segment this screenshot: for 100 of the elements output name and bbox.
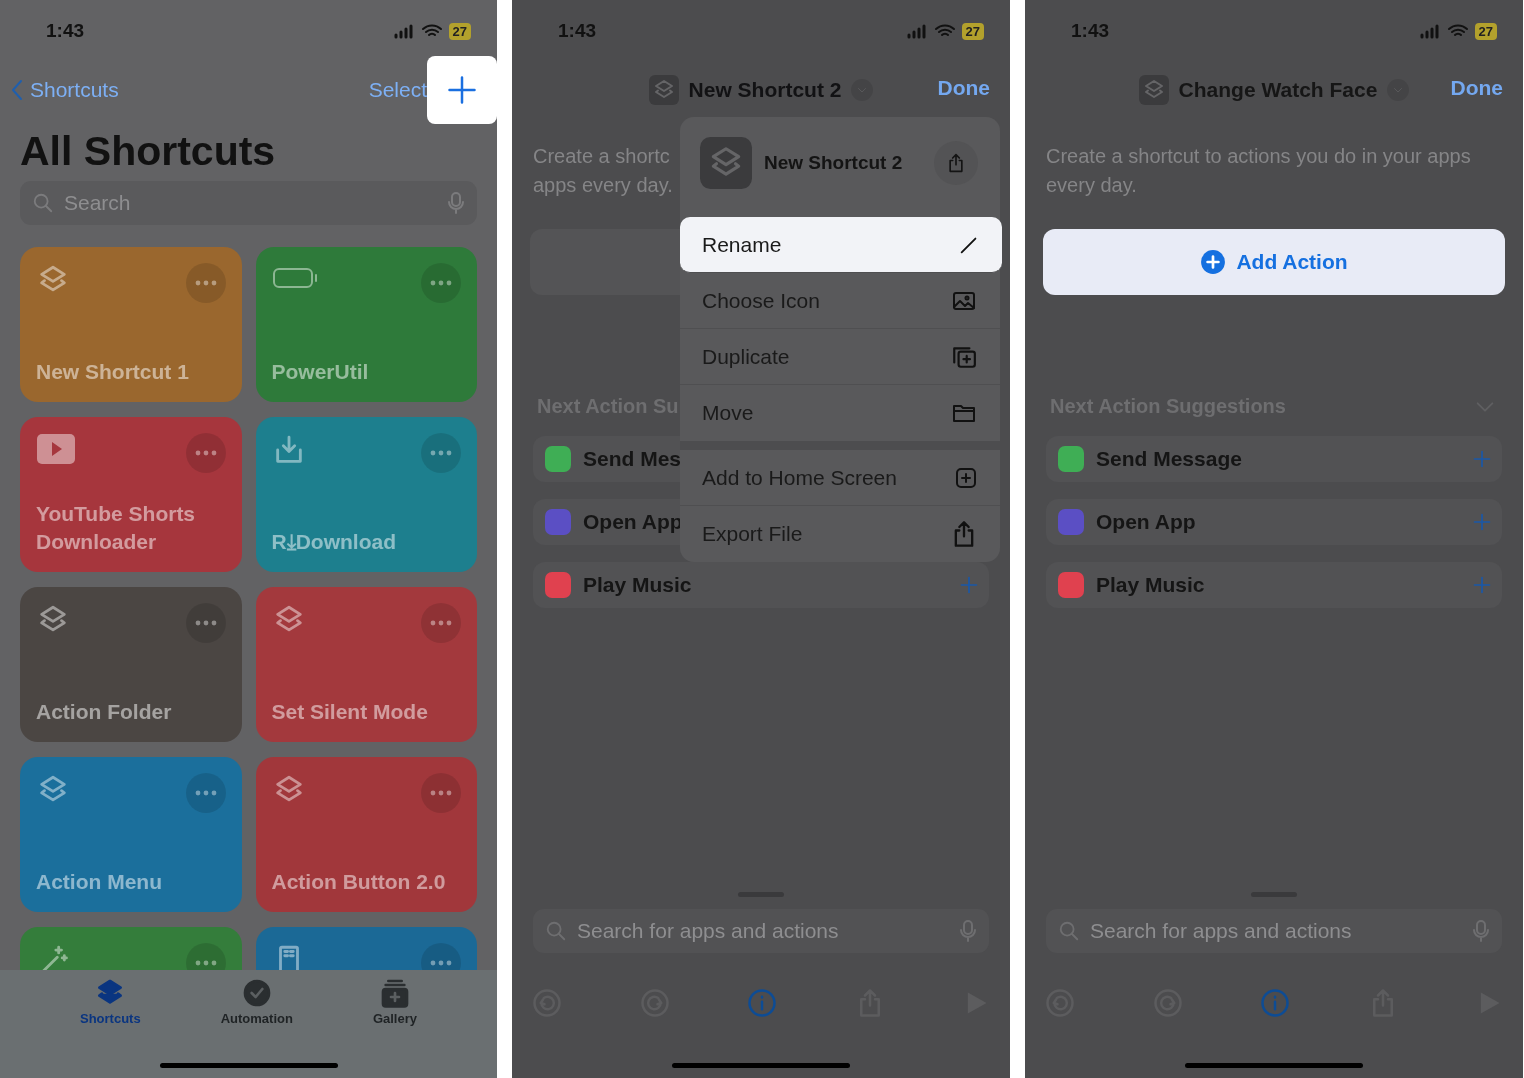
done-button[interactable]: Done <box>937 76 990 100</box>
share-icon <box>946 152 966 174</box>
menu-item[interactable]: Export File <box>680 506 1000 562</box>
shortcut-tile[interactable]: YouTube Shorts Downloader <box>20 417 242 572</box>
suggestion-row[interactable]: Open App <box>1046 499 1502 545</box>
plus-circle-icon <box>1200 249 1227 275</box>
more-button[interactable] <box>421 433 461 473</box>
shortcut-tile[interactable]: New Shortcut 1 <box>20 247 242 402</box>
back-label: Shortcuts <box>30 78 119 102</box>
info-button[interactable] <box>747 988 777 1018</box>
menu-item-label: Move <box>702 401 754 425</box>
shortcut-tile[interactable]: Action Button 2.0 <box>255 757 477 912</box>
shortcut-title-button[interactable]: New Shortcut 2 <box>648 75 874 105</box>
menu-item[interactable]: Choose Icon <box>680 273 1000 329</box>
more-button[interactable] <box>185 263 226 303</box>
more-button[interactable] <box>421 263 461 303</box>
signal-icon <box>905 23 928 39</box>
menu-item[interactable]: Add to Home Screen <box>680 450 1000 506</box>
more-icon <box>193 450 218 456</box>
info-icon <box>747 988 777 1018</box>
shortcut-tile[interactable]: Action Folder <box>20 587 242 742</box>
plus-icon <box>1472 575 1492 595</box>
back-chevron-icon <box>10 78 24 102</box>
more-button[interactable] <box>185 603 226 643</box>
signal-icon <box>392 23 415 39</box>
menu-item-label: Export File <box>702 522 803 546</box>
add-square-icon <box>954 465 978 490</box>
search-input[interactable]: Search for apps and actions <box>1088 918 1464 944</box>
description-text: Create a shortc <box>533 144 670 169</box>
more-icon <box>429 450 453 456</box>
more-icon <box>193 280 218 286</box>
shortcut-name: PowerUtil <box>271 359 370 385</box>
info-button[interactable] <box>1260 988 1290 1018</box>
status-time: 1:43 <box>46 20 85 42</box>
more-icon <box>193 960 218 966</box>
suggestion-label: Play Music <box>1096 573 1205 597</box>
play-icon <box>36 433 76 465</box>
description-text: apps every day. <box>533 173 673 198</box>
menu-title: New Shortcut 2 <box>764 152 904 174</box>
shortcut-tile[interactable]: R⤓Download <box>255 417 477 572</box>
add-action-button[interactable]: Add Action <box>1043 229 1505 295</box>
suggestion-label: Play Music <box>583 573 692 597</box>
plus-icon <box>447 75 477 105</box>
back-link[interactable]: Shortcuts <box>10 78 119 102</box>
add-suggestion-button[interactable] <box>1472 512 1492 532</box>
menu-item[interactable]: Rename <box>680 217 1002 273</box>
search-input[interactable]: Search for apps and actions <box>575 918 951 944</box>
wifi-icon <box>420 23 443 39</box>
done-button[interactable]: Done <box>1450 76 1503 100</box>
menu-item[interactable]: Duplicate <box>680 329 1000 385</box>
search-bar[interactable]: Search for apps and actions <box>533 909 989 953</box>
add-suggestion-button[interactable] <box>1472 575 1492 595</box>
more-button[interactable] <box>421 773 461 813</box>
battery-level: 27 <box>1474 22 1497 40</box>
more-icon <box>193 620 218 626</box>
share-button[interactable] <box>934 141 978 185</box>
search-icon <box>1058 920 1080 942</box>
microphone-icon <box>1472 919 1490 943</box>
more-icon <box>429 280 453 286</box>
menu-item-label: Rename <box>702 232 782 257</box>
menu-item[interactable]: Move <box>680 385 1000 441</box>
microphone-icon <box>959 919 977 943</box>
battery-level: 27 <box>961 22 984 40</box>
suggestion-label: Send Mes <box>583 447 682 471</box>
more-icon <box>429 620 453 626</box>
add-button[interactable] <box>427 56 497 124</box>
suggestion-row[interactable]: Play Music <box>533 562 989 608</box>
shortcut-tile[interactable]: Action Menu <box>20 757 242 912</box>
plus-icon <box>1472 449 1492 469</box>
info-icon <box>1260 988 1290 1018</box>
add-suggestion-button[interactable] <box>959 575 979 595</box>
suggestion-row[interactable]: Send Message <box>1046 436 1502 482</box>
suggestion-row[interactable]: Play Music <box>1046 562 1502 608</box>
shortcut-title-button[interactable]: Change Watch Face <box>1138 75 1410 105</box>
search-bar[interactable]: Search for apps and actions <box>1046 909 1502 953</box>
page-title: All Shortcuts <box>20 128 277 175</box>
plus-icon <box>959 575 979 595</box>
tab[interactable]: Shortcuts <box>74 976 147 1036</box>
battery-level: 27 <box>448 22 471 40</box>
more-button[interactable] <box>421 603 461 643</box>
more-icon <box>429 790 453 796</box>
more-button[interactable] <box>185 773 226 813</box>
signal-icon <box>1418 23 1441 39</box>
status-time: 1:43 <box>558 20 597 42</box>
shortcut-name: R⤓Download <box>271 529 397 555</box>
shortcut-title: New Shortcut 2 <box>688 78 842 102</box>
search-icon <box>545 920 567 942</box>
add-suggestion-button[interactable] <box>1472 449 1492 469</box>
description-text: Create a shortcut to actions you do in your apps every day. <box>1046 144 1472 198</box>
select-button[interactable]: Select <box>368 78 427 102</box>
shortcut-tile[interactable]: Set Silent Mode <box>255 587 477 742</box>
more-icon <box>193 790 218 796</box>
shortcut-title: Change Watch Face <box>1178 78 1378 102</box>
tab[interactable]: Gallery <box>366 976 423 1036</box>
shortcut-name: Action Folder <box>36 699 173 725</box>
tab[interactable]: Automation <box>214 976 299 1036</box>
shortcut-name: New Shortcut 1 <box>36 359 190 385</box>
shortcut-tile[interactable]: PowerUtil <box>255 247 477 402</box>
menu-item-label: Duplicate <box>702 344 790 369</box>
more-button[interactable] <box>185 433 226 473</box>
